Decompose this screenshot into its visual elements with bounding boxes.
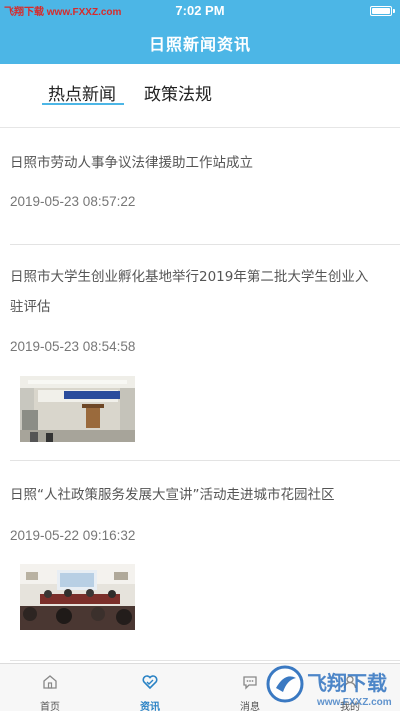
news-item[interactable]: 日照“人社政策服务发展大宣讲”活动走进城市花园社区 2019-05-22 09:…: [0, 461, 400, 661]
home-icon: [43, 675, 57, 689]
tabbar-item-home[interactable]: 首页: [0, 664, 100, 711]
news-time: 2019-05-22 09:16:32: [10, 528, 136, 543]
svg-text:www.FXXZ.com: www.FXXZ.com: [316, 697, 392, 708]
tabbar-label: 首页: [40, 702, 60, 711]
app-header: 飞翔下载 www.FXXZ.com 7:02 PM 日照新闻资讯: [0, 0, 400, 64]
status-bar: 飞翔下载 www.FXXZ.com 7:02 PM: [0, 0, 400, 22]
news-thumbnail[interactable]: [20, 564, 135, 630]
status-time: 7:02 PM: [175, 3, 225, 18]
svg-text:飞翔下载: 飞翔下载: [307, 671, 387, 695]
news-title: 日照市大学生创业孵化基地举行2019年第二批大学生创业入驻评估: [10, 269, 369, 315]
message-icon: [243, 676, 257, 690]
tab-hot-news[interactable]: 热点新闻: [48, 80, 116, 105]
battery-icon: [370, 6, 395, 16]
news-time: 2019-05-23 08:57:22: [10, 194, 136, 209]
active-tab-indicator: [42, 103, 124, 105]
watermark-logo: 飞翔下载 www.FXXZ.com: [265, 660, 400, 711]
news-title: 日照“人社政策服务发展大宣讲”活动走进城市花园社区: [10, 487, 335, 503]
news-thumbnail[interactable]: [20, 376, 135, 442]
news-item[interactable]: 日照市大学生创业孵化基地举行2019年第二批大学生创业入驻评估 2019-05-…: [0, 245, 400, 461]
category-tabs: 热点新闻 政策法规: [0, 64, 400, 128]
page-title: 日照新闻资讯: [148, 35, 251, 54]
tabbar-item-news[interactable]: 资讯: [100, 664, 200, 711]
news-item[interactable]: 日照市劳动人事争议法律援助工作站成立 2019-05-23 08:57:22: [0, 129, 400, 245]
news-heart-icon: [142, 675, 158, 690]
news-title: 日照市劳动人事争议法律援助工作站成立: [10, 155, 253, 171]
tabbar-label: 资讯: [140, 702, 160, 711]
tab-policy-regulations[interactable]: 政策法规: [144, 80, 212, 105]
news-time: 2019-05-23 08:54:58: [10, 339, 136, 354]
